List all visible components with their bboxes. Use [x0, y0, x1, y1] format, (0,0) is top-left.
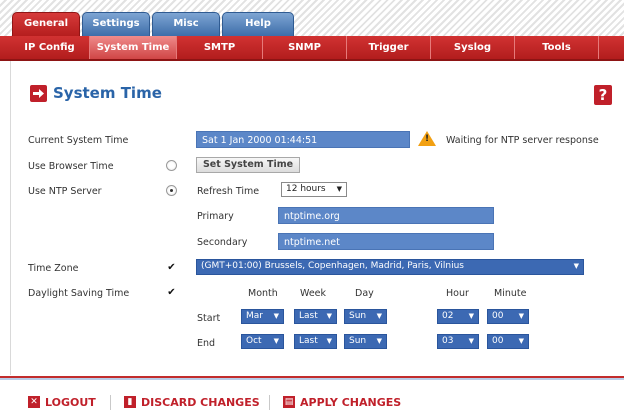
dst-end-week-select[interactable]: Last ▼ — [294, 334, 337, 349]
subtab-system-time[interactable]: System Time — [90, 36, 177, 59]
footer-divider-accent — [0, 378, 624, 380]
save-icon: ▤ — [283, 396, 295, 408]
primary-label: Primary — [197, 211, 234, 222]
discard-changes-button[interactable]: DISCARD CHANGES — [141, 396, 260, 409]
ntp-server-radio[interactable] — [166, 185, 177, 196]
secondary-ntp-field[interactable]: ntptime.net — [278, 233, 494, 250]
dst-start-label: Start — [197, 313, 221, 324]
dst-start-month-select[interactable]: Mar ▼ — [241, 309, 284, 324]
dst-end-day-select[interactable]: Sun ▼ — [344, 334, 387, 349]
dst-month-header: Month — [248, 288, 278, 299]
refresh-time-select[interactable]: 12 hours ▼ — [281, 182, 347, 197]
arrow-right-icon — [30, 85, 47, 102]
dst-week-header: Week — [300, 288, 327, 299]
tab-settings[interactable]: Settings — [82, 12, 150, 36]
subtab-trigger[interactable]: Trigger — [347, 36, 431, 59]
dst-end-hour-value: 03 — [442, 336, 454, 346]
current-time-field[interactable]: Sat 1 Jan 2000 01:44:51 — [196, 131, 410, 148]
trash-icon: ▮ — [124, 396, 136, 408]
subtab-syslog[interactable]: Syslog — [431, 36, 515, 59]
logout-button[interactable]: LOGOUT — [45, 396, 96, 409]
help-icon[interactable]: ? — [594, 85, 612, 105]
caret-down-icon: ▼ — [468, 337, 474, 345]
sub-tab-bar: IP Config System Time SMTP SNMP Trigger … — [0, 36, 624, 61]
apply-changes-button[interactable]: APPLY CHANGES — [300, 396, 401, 409]
footer-separator — [110, 395, 111, 410]
dst-start-hour-select[interactable]: 02 ▼ — [437, 309, 479, 324]
caret-down-icon: ▼ — [326, 337, 332, 345]
dst-start-month-value: Mar — [246, 311, 263, 321]
caret-down-icon: ▼ — [518, 337, 524, 345]
dst-end-day-value: Sun — [349, 336, 367, 346]
caret-down-icon: ▼ — [573, 262, 579, 270]
footer-separator — [269, 395, 270, 410]
time-zone-value: (GMT+01:00) Brussels, Copenhagen, Madrid… — [201, 261, 464, 271]
dst-minute-header: Minute — [494, 288, 527, 299]
dst-end-minute-value: 00 — [492, 336, 504, 346]
logout-icon: ✕ — [28, 396, 40, 408]
caret-down-icon: ▼ — [336, 185, 342, 193]
subtab-tools[interactable]: Tools — [515, 36, 599, 59]
dst-checkbox[interactable]: ✔ — [166, 287, 177, 298]
browser-time-radio[interactable] — [166, 160, 177, 171]
dst-day-header: Day — [355, 288, 374, 299]
dst-start-day-value: Sun — [349, 311, 367, 321]
caret-down-icon: ▼ — [468, 312, 474, 320]
browser-time-label: Use Browser Time — [28, 161, 114, 172]
dst-start-week-select[interactable]: Last ▼ — [294, 309, 337, 324]
caret-down-icon: ▼ — [273, 312, 279, 320]
primary-ntp-field[interactable]: ntptime.org — [278, 207, 494, 224]
time-zone-checkbox[interactable]: ✔ — [166, 262, 177, 273]
dst-end-hour-select[interactable]: 03 ▼ — [437, 334, 479, 349]
caret-down-icon: ▼ — [376, 337, 382, 345]
dst-hour-header: Hour — [446, 288, 469, 299]
caret-down-icon: ▼ — [376, 312, 382, 320]
current-time-label: Current System Time — [28, 135, 129, 146]
time-zone-select[interactable]: (GMT+01:00) Brussels, Copenhagen, Madrid… — [196, 259, 584, 275]
subtab-smtp[interactable]: SMTP — [177, 36, 263, 59]
refresh-time-label: Refresh Time — [197, 186, 260, 197]
top-tab-bar: General Settings Misc Help — [0, 0, 624, 36]
dst-end-month-value: Oct — [246, 336, 262, 346]
ntp-server-label: Use NTP Server — [28, 186, 102, 197]
subtab-ip-config[interactable]: IP Config — [10, 36, 90, 59]
dst-end-label: End — [197, 338, 216, 349]
subtab-snmp[interactable]: SNMP — [263, 36, 347, 59]
caret-down-icon: ▼ — [326, 312, 332, 320]
dst-start-day-select[interactable]: Sun ▼ — [344, 309, 387, 324]
dst-start-minute-select[interactable]: 00 ▼ — [487, 309, 529, 324]
time-zone-label: Time Zone — [28, 263, 79, 274]
warning-exclamation: ! — [425, 134, 430, 144]
dst-end-month-select[interactable]: Oct ▼ — [241, 334, 284, 349]
dst-end-week-value: Last — [299, 336, 318, 346]
ntp-status-text: Waiting for NTP server response — [446, 135, 599, 146]
tab-misc[interactable]: Misc — [152, 12, 220, 36]
page-title: System Time — [53, 84, 162, 102]
tab-general[interactable]: General — [12, 12, 80, 36]
tab-help[interactable]: Help — [222, 12, 294, 36]
set-system-time-button[interactable]: Set System Time — [196, 157, 300, 173]
secondary-label: Secondary — [197, 237, 248, 248]
caret-down-icon: ▼ — [273, 337, 279, 345]
refresh-time-value: 12 hours — [286, 184, 326, 194]
dst-label: Daylight Saving Time — [28, 288, 130, 299]
dst-start-minute-value: 00 — [492, 311, 504, 321]
dst-end-minute-select[interactable]: 00 ▼ — [487, 334, 529, 349]
caret-down-icon: ▼ — [518, 312, 524, 320]
dst-start-week-value: Last — [299, 311, 318, 321]
dst-start-hour-value: 02 — [442, 311, 454, 321]
